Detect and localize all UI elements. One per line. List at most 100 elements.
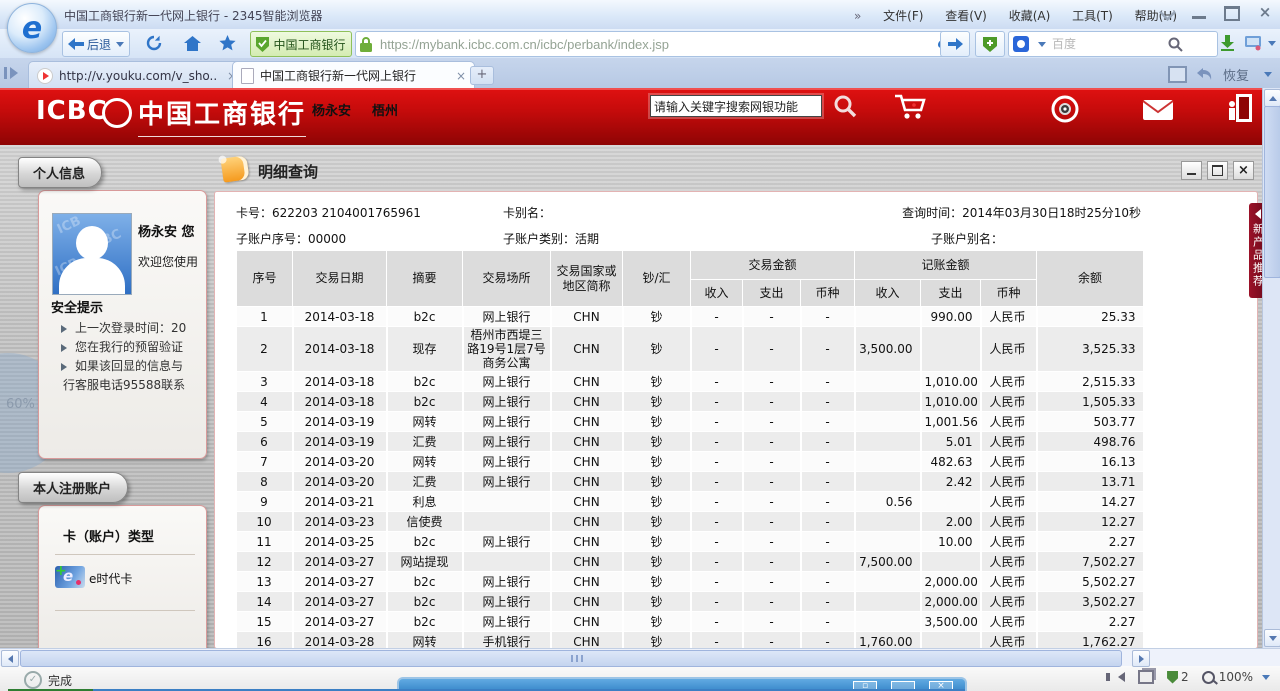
cell: 2.42 (921, 472, 981, 492)
refresh-button[interactable] (140, 31, 168, 55)
address-bar[interactable]: e (355, 31, 965, 57)
url-input[interactable] (378, 36, 938, 53)
download-button[interactable] (1214, 31, 1240, 55)
restore-window-button[interactable] (1224, 6, 1240, 21)
site-identity-badge[interactable]: 中国工商银行 (250, 31, 352, 57)
cell: CHN (551, 472, 623, 492)
vertical-scrollbar[interactable] (1262, 88, 1280, 648)
sidebar-toggle-icon[interactable] (4, 65, 22, 81)
sidebar-tab-personal-info[interactable]: 个人信息 (18, 157, 102, 188)
mail-button[interactable] (1142, 99, 1174, 121)
scroll-up-button[interactable] (1264, 89, 1280, 107)
cell: CHN (551, 512, 623, 532)
cell: 2 (237, 327, 293, 372)
cell: CHN (551, 592, 623, 612)
table-row: 122014-03-27网站提现CHN钞---7,500.00人民币7,502.… (237, 552, 1144, 572)
screenshot-dropdown-icon[interactable] (1268, 41, 1276, 46)
panel-close-button[interactable]: × (1233, 161, 1254, 180)
cart-button[interactable] (893, 94, 927, 122)
cell (855, 307, 921, 327)
panel-maximize-button[interactable] (1207, 161, 1228, 180)
menu-favorites[interactable]: 收藏(A) (1009, 9, 1051, 23)
table-row: 82014-03-20汇费网上银行CHN钞---2.42人民币13.71 (237, 472, 1144, 492)
tab-youku[interactable]: http://v.youku.com/v_sho... × (28, 61, 246, 89)
divider (55, 610, 195, 611)
menu-overflow-icon[interactable]: » (854, 9, 861, 23)
speaker-icon[interactable] (1118, 672, 1125, 682)
horizontal-scrollbar[interactable] (0, 648, 1280, 666)
cell (855, 412, 921, 432)
horizontal-scroll-thumb[interactable] (20, 650, 1122, 667)
cell: 人民币 (981, 612, 1037, 632)
cell: - (801, 452, 855, 472)
tab-list-icon[interactable] (1168, 66, 1187, 83)
search-engine-dropdown-icon[interactable] (1038, 42, 1046, 47)
cell: 2014-03-27 (293, 572, 387, 592)
subaccount-seq-label: 子账户序号： (236, 232, 308, 246)
minimize-button[interactable] (1192, 5, 1206, 19)
vertical-scroll-thumb[interactable] (1264, 106, 1280, 278)
cell: 13.71 (1037, 472, 1144, 492)
search-engine-icon[interactable] (1013, 36, 1029, 52)
cell: 2014-03-27 (293, 612, 387, 632)
pin-icon[interactable] (1159, 4, 1176, 21)
restore-dropdown-icon[interactable] (1264, 72, 1272, 77)
bank-search-input[interactable] (651, 97, 821, 117)
tab-icbc-active[interactable]: 中国工商银行新一代网上银行 × (232, 61, 475, 89)
bank-search-button[interactable] (833, 94, 857, 118)
close-tab-icon[interactable]: × (456, 69, 466, 83)
cell (921, 492, 981, 512)
security-check-button[interactable] (975, 31, 1005, 57)
scroll-right-button[interactable] (1132, 650, 1150, 667)
back-dropdown-icon[interactable] (116, 42, 124, 47)
zoom-dropdown-icon[interactable] (1262, 675, 1270, 680)
cell: 人民币 (981, 472, 1037, 492)
security-counter[interactable]: 2 (1167, 670, 1189, 684)
cell: 利息 (387, 492, 463, 512)
cell: - (801, 612, 855, 632)
home-button[interactable] (178, 31, 206, 55)
cell: 2014-03-20 (293, 472, 387, 492)
scroll-left-button[interactable] (1, 650, 19, 667)
menu-tools[interactable]: 工具(T) (1072, 9, 1113, 23)
cell: 5.01 (921, 432, 981, 452)
search-icon[interactable] (1168, 37, 1183, 52)
cell: CHN (551, 307, 623, 327)
header-user-city: 梧州 (372, 100, 398, 119)
web-search-box[interactable] (1008, 31, 1218, 57)
cell: CHN (551, 412, 623, 432)
cd-button[interactable] (1050, 94, 1080, 124)
screenshot-button[interactable] (1244, 31, 1276, 55)
cell: - (743, 392, 801, 412)
cell: 钞 (623, 412, 691, 432)
cell: 12 (237, 552, 293, 572)
detail-query-body: 卡号：622203 2104001765961 卡别名： 查询时间：2014年0… (214, 191, 1258, 648)
undo-arrow-icon[interactable] (1197, 68, 1213, 81)
cell: 2014-03-19 (293, 412, 387, 432)
logout-button[interactable] (1226, 94, 1252, 122)
bank-function-search[interactable] (650, 95, 822, 117)
web-search-input[interactable] (1050, 36, 1164, 52)
new-tab-button[interactable]: + (470, 66, 494, 85)
menu-file[interactable]: 文件(F) (883, 9, 923, 23)
multi-window-icon[interactable] (1138, 670, 1154, 684)
go-button[interactable] (940, 31, 970, 57)
browser-logo-icon[interactable]: e (7, 3, 57, 53)
scroll-down-button[interactable] (1264, 629, 1280, 647)
back-button[interactable]: 后退 (62, 31, 130, 57)
security-tip-item: 上一次登录时间：20 (51, 319, 201, 338)
sidebar-tab-my-accounts[interactable]: 本人注册账户 (18, 472, 128, 503)
star-icon (219, 35, 236, 51)
menu-view[interactable]: 查看(V) (945, 9, 987, 23)
restore-tabs-button[interactable]: 恢复 (1223, 65, 1249, 84)
zoom-control[interactable]: 100% (1202, 670, 1270, 684)
favorites-button[interactable] (213, 31, 241, 55)
card-item-e-era-card[interactable]: e时代卡 (89, 570, 132, 587)
table-row: 12014-03-18b2c网上银行CHN钞---990.00人民币25.33 (237, 307, 1144, 327)
cell: CHN (551, 572, 623, 592)
bullet-icon (61, 344, 67, 352)
panel-minimize-button[interactable] (1181, 161, 1202, 180)
cell: - (743, 592, 801, 612)
close-window-button[interactable]: × (1256, 5, 1274, 19)
col-summary: 摘要 (387, 251, 463, 307)
